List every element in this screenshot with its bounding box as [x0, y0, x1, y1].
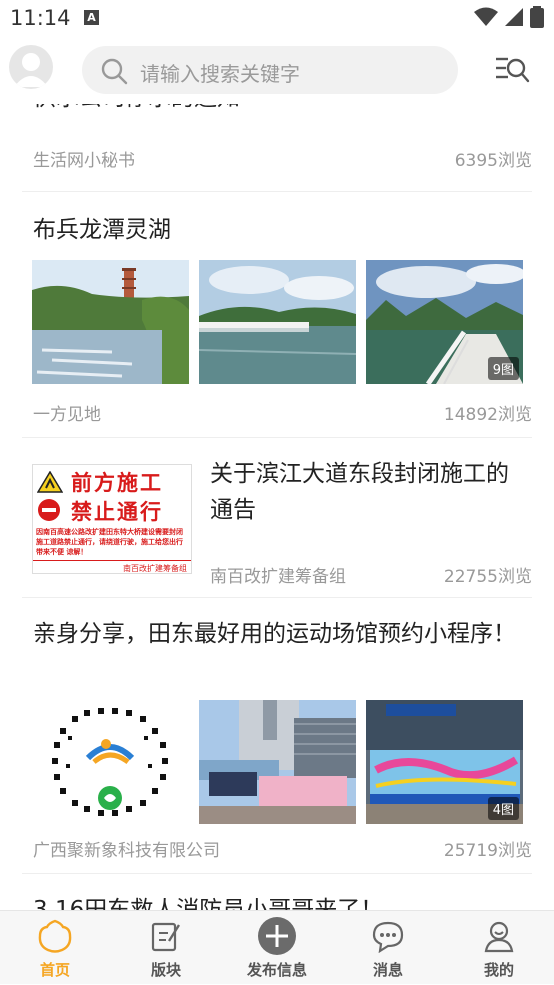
sign-line2: 禁止通行: [71, 500, 163, 524]
tab-label: 首页: [39, 961, 70, 979]
card-source: 一方见地: [33, 405, 101, 425]
card-title: 3.16田东救人消防员小哥哥来了！: [33, 897, 384, 910]
card-views: 25719浏览: [443, 841, 532, 861]
bottom-tab-bar: 首页 版块 发布信息 消息 我的: [0, 910, 554, 984]
card-title: 布兵龙潭灵湖: [33, 217, 171, 243]
card-image-construction-sign[interactable]: 前方施工 禁止通行 因南百高速公路改扩建田东特大桥建设需要封闭施工道路禁止通行，…: [32, 464, 192, 574]
search-placeholder: 请输入搜索关键字: [140, 62, 300, 86]
home-icon: [38, 919, 72, 953]
edit-icon: [151, 922, 181, 952]
feed-card[interactable]: 亲身分享，田东最好用的运动场馆预约小程序！ 4图 广西聚新象科技有限公司 257…: [22, 598, 532, 874]
card-source: 广西聚新象科技有限公司: [33, 841, 220, 861]
tab-messages[interactable]: 消息: [333, 911, 443, 985]
card-meta: 南百改扩建筹备组 22755浏览: [210, 562, 532, 587]
card-image-building-event[interactable]: [199, 700, 356, 824]
card-title: 关于滨江大道东段封闭施工的通告: [210, 461, 509, 523]
plus-circle-icon: [258, 917, 296, 955]
tab-profile[interactable]: 我的: [444, 911, 554, 985]
card-views: 14892浏览: [443, 405, 532, 425]
card-meta: 一方见地 14892浏览: [33, 400, 532, 425]
status-icons: [474, 6, 544, 28]
card-views: 6395浏览: [454, 151, 532, 171]
sign-small-text: 因南百高速公路改扩建田东特大桥建设需要封闭施工道路禁止通行，请绕道行驶，施工给您…: [36, 528, 183, 556]
card-meta: 广西聚新象科技有限公司 25719浏览: [33, 836, 532, 861]
image-count-badge: 4图: [487, 797, 519, 820]
card-image-sports-banner[interactable]: 4图: [366, 700, 523, 824]
battery-icon: [530, 6, 544, 28]
card-source: 南百改扩建筹备组: [210, 567, 346, 587]
search-icon: [101, 58, 128, 85]
tab-label: 发布信息: [246, 961, 307, 979]
profile-icon: [484, 921, 514, 953]
feed-card[interactable]: 布兵龙潭灵湖 9图 一方见地 14892浏览: [22, 194, 532, 438]
image-count-badge: 9图: [487, 357, 519, 380]
tab-post[interactable]: 发布信息: [222, 911, 332, 985]
notification-icon: A: [84, 10, 99, 25]
status-time: 11:14: [10, 6, 71, 30]
news-feed[interactable]: 供水公司停水的通知 生活网小秘书 6395浏览 布兵龙潭灵湖: [0, 104, 554, 910]
tab-sections[interactable]: 版块: [111, 911, 221, 985]
card-source: 生活网小秘书: [33, 151, 135, 171]
no-entry-icon: [38, 499, 60, 521]
message-icon: [372, 921, 404, 953]
user-avatar-icon[interactable]: [9, 45, 53, 89]
feed-card[interactable]: 3.16田东救人消防员小哥哥来了！: [22, 874, 532, 910]
card-title: 亲身分享，田东最好用的运动场馆预约小程序！: [33, 621, 516, 647]
feed-card[interactable]: 供水公司停水的通知 生活网小秘书 6395浏览: [22, 104, 532, 192]
search-list-icon[interactable]: [494, 55, 530, 85]
top-header: 请输入搜索关键字: [0, 36, 554, 104]
tab-home[interactable]: 首页: [0, 911, 110, 985]
tab-label: 版块: [150, 961, 181, 979]
warning-icon: [36, 470, 64, 493]
card-image-railing-lake[interactable]: 9图: [366, 260, 523, 384]
tab-label: 消息: [372, 961, 403, 979]
card-views: 22755浏览: [443, 567, 532, 587]
wifi-icon: [474, 7, 498, 26]
card-meta: 生活网小秘书 6395浏览: [33, 146, 532, 171]
feed-card[interactable]: 前方施工 禁止通行 因南百高速公路改扩建田东特大桥建设需要封闭施工道路禁止通行，…: [22, 438, 532, 598]
card-title: 供水公司停水的通知: [33, 104, 240, 116]
card-image-lake-pagoda[interactable]: [32, 260, 189, 384]
status-bar: 11:14 A: [0, 0, 554, 36]
search-input[interactable]: 请输入搜索关键字: [82, 46, 458, 94]
card-image-qr-code[interactable]: [32, 700, 189, 824]
sign-footer: 南百改扩建筹备组: [123, 564, 187, 573]
card-image-bridge-lake[interactable]: [199, 260, 356, 384]
signal-icon: [505, 8, 523, 26]
tab-label: 我的: [483, 961, 514, 979]
sign-line1: 前方施工: [71, 471, 163, 495]
